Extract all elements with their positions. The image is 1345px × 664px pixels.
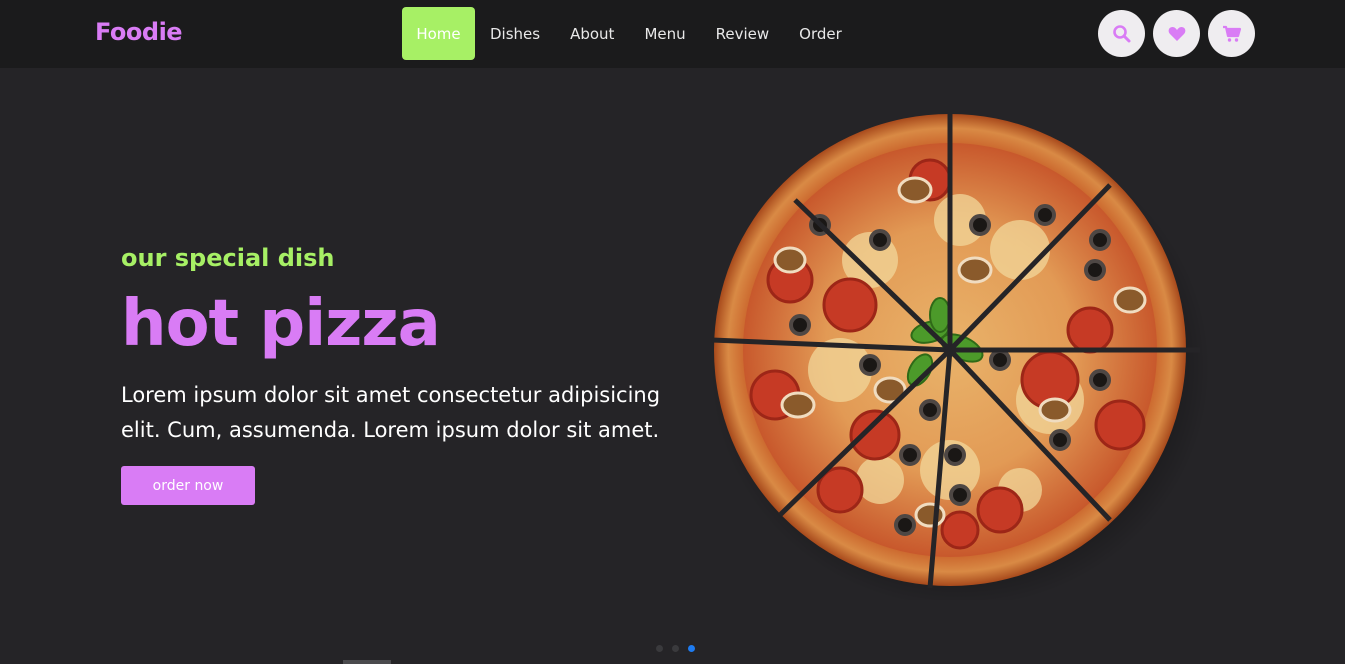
hero-description: Lorem ipsum dolor sit amet consectetur a… [121,383,661,442]
nav-icon-group [1098,10,1255,57]
slider-dot-3[interactable] [688,645,695,652]
brand-logo[interactable]: Foodie [95,18,183,46]
horizontal-scrollbar[interactable] [343,660,391,664]
main-nav: Home Dishes About Menu Review Order [402,7,857,60]
search-icon [1112,24,1130,42]
hero-subtitle: our special dish [121,244,335,272]
nav-link-about[interactable]: About [555,7,629,60]
search-button[interactable] [1098,10,1145,57]
cart-icon [1222,25,1241,42]
slider-dot-2[interactable] [672,645,679,652]
slider-pagination [656,645,695,652]
slider-dot-1[interactable] [656,645,663,652]
heart-icon [1168,26,1185,41]
wishlist-button[interactable] [1153,10,1200,57]
nav-link-dishes[interactable]: Dishes [475,7,555,60]
pizza-image [700,110,1220,608]
navbar: Foodie Home Dishes About Menu Review Ord… [0,0,1345,68]
hero-content: our special dish hot pizza Lorem ipsum d… [121,240,661,505]
hero-title: hot pizza [121,287,441,361]
nav-link-order[interactable]: Order [784,7,857,60]
nav-link-home[interactable]: Home [402,7,475,60]
nav-link-menu[interactable]: Menu [629,7,700,60]
nav-link-review[interactable]: Review [701,7,785,60]
order-now-button[interactable]: order now [121,466,255,505]
cart-button[interactable] [1208,10,1255,57]
pizza-illustration [710,112,1210,608]
